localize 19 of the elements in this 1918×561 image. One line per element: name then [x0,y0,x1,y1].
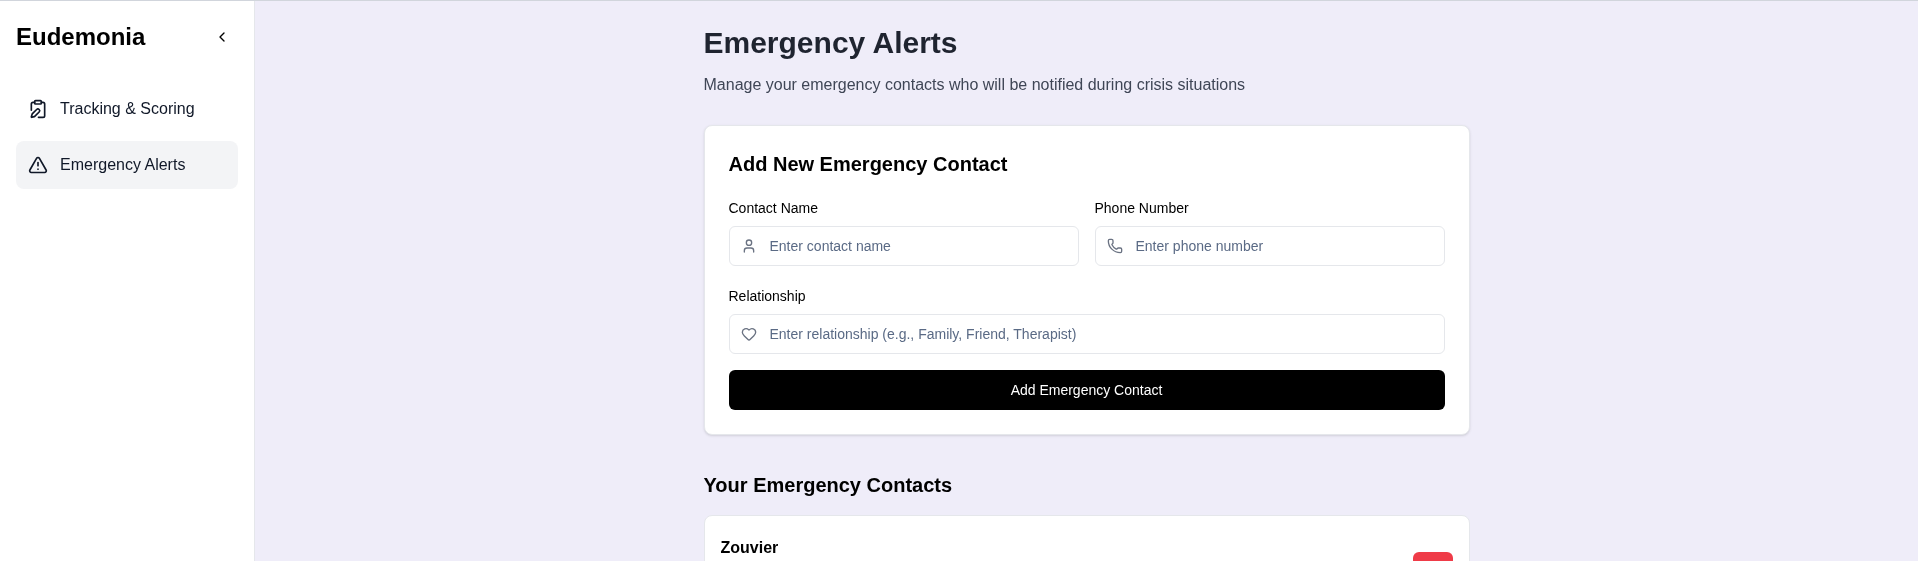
input-field[interactable]: Enter relationship (e.g., Family, Friend, Therapist) [728,314,1445,354]
heart-icon [740,326,757,342]
clipboard-icon [28,99,48,119]
input-field[interactable]: Enter phone number [1094,226,1445,266]
sidebar-item[interactable]: Emergency Alerts [16,141,238,189]
page-subtitle: Manage your emergency contacts who will be notified during crisis situations [703,75,1247,95]
page-title: Emergency Alerts [703,25,959,61]
input-field[interactable]: Enter contact name [728,226,1079,266]
section-title: Your Emergency Contacts [703,473,954,498]
field-label: Phone Number [1094,199,1190,218]
form-title: Add New Emergency Contact [728,152,1009,177]
add-contact-button[interactable]: Add Emergency Contact [728,370,1445,410]
sidebar-item[interactable]: Tracking & Scoring [16,85,238,133]
app-title: Eudemonia [16,22,146,52]
warning-icon [28,155,48,175]
field-label: Relationship [728,287,807,306]
phone-icon [1106,238,1123,254]
field-label: Contact Name [728,199,819,218]
contact-name: Zouvier [720,538,779,558]
